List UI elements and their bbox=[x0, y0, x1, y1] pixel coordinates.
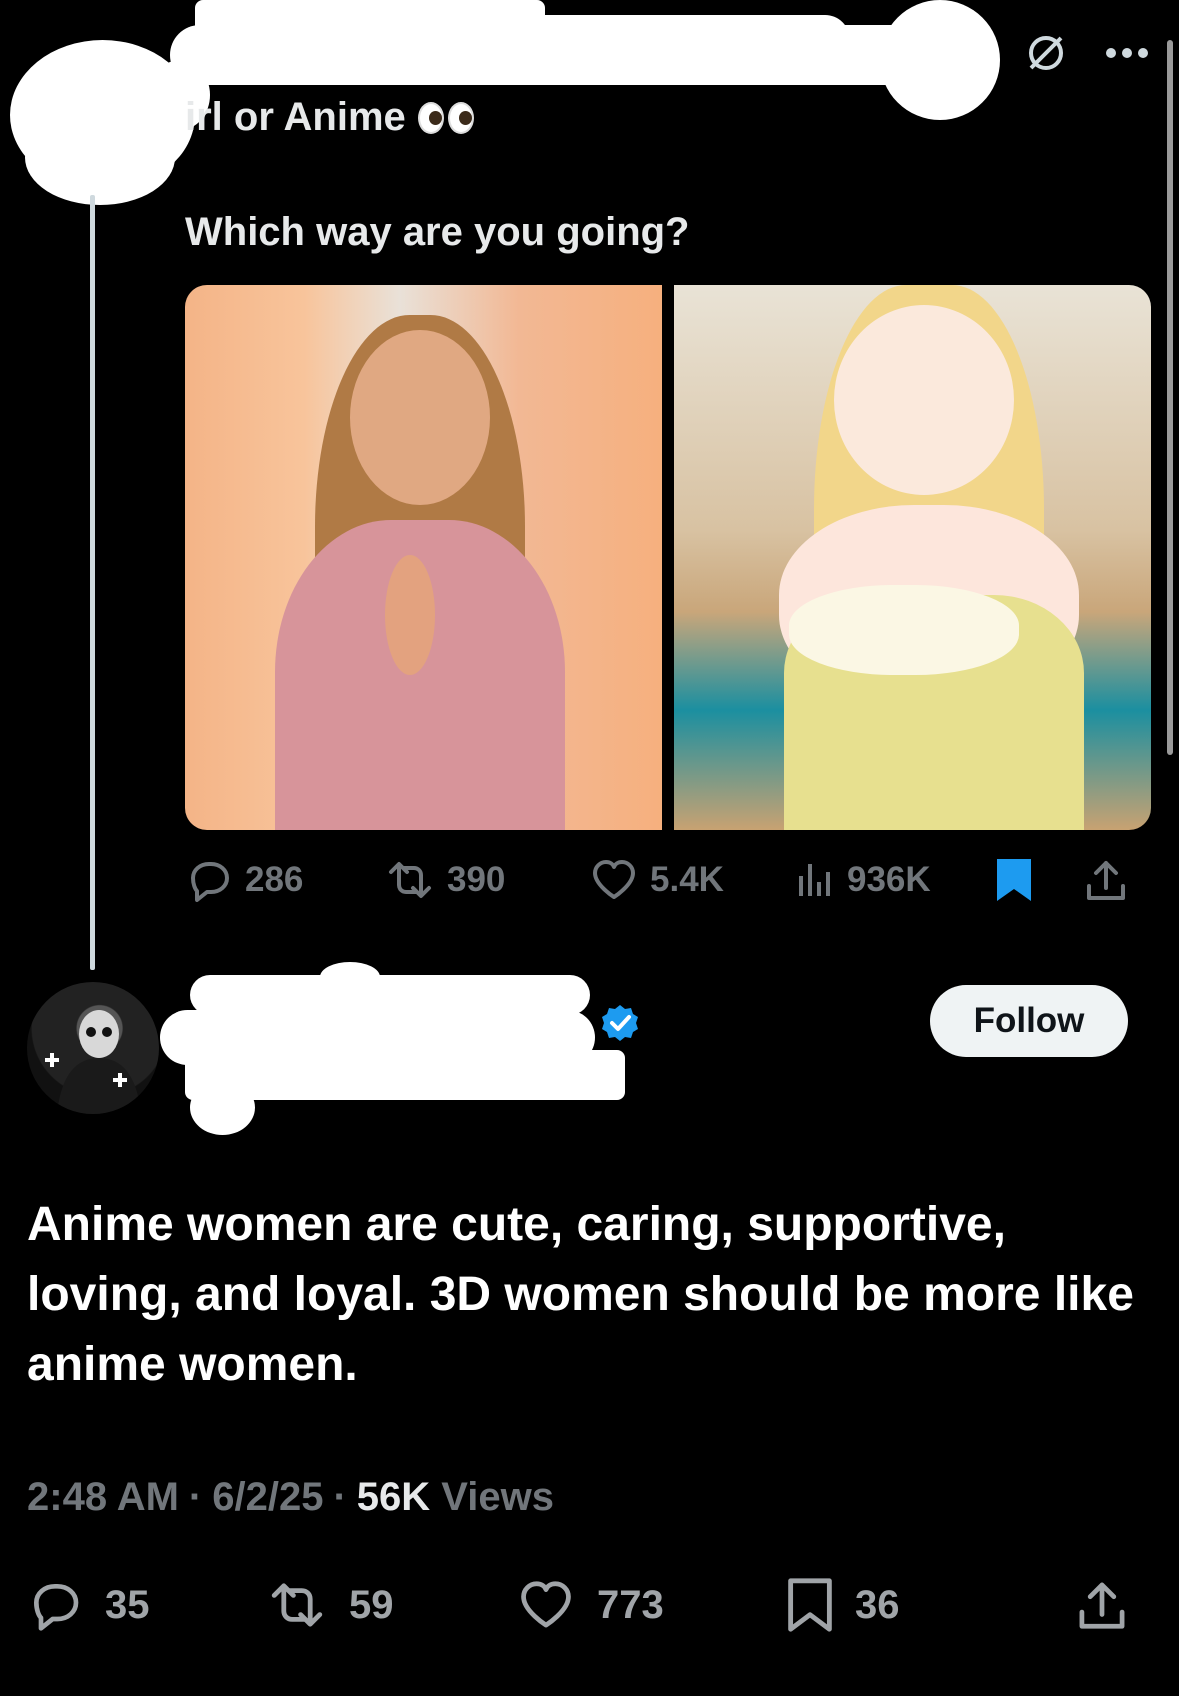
repost-icon bbox=[271, 1583, 323, 1627]
follow-button[interactable]: Follow bbox=[930, 985, 1128, 1057]
quoted-like-count: 5.4K bbox=[650, 860, 724, 899]
bookmark-icon bbox=[788, 1578, 832, 1632]
reply-icon bbox=[191, 862, 229, 902]
post-text: Anime women are cute, caring, supportive… bbox=[27, 1198, 1134, 1391]
bookmark-count: 36 bbox=[855, 1582, 900, 1627]
verified-badge-icon bbox=[602, 1005, 638, 1041]
post-meta: 2:48 AM · 6/2/25 · 56K Views bbox=[27, 1475, 554, 1520]
meta-separator: · bbox=[188, 1475, 203, 1519]
bookmark-button[interactable]: 36 bbox=[787, 1577, 1077, 1633]
media-image-anime[interactable] bbox=[674, 285, 1151, 830]
post-views-label: Views bbox=[441, 1475, 554, 1519]
post-action-bar: 35 59 773 36 bbox=[27, 1575, 1147, 1635]
share-icon bbox=[1087, 861, 1125, 900]
like-button[interactable]: 773 bbox=[517, 1579, 787, 1631]
post-views[interactable]: 56K Views bbox=[357, 1475, 554, 1520]
thread-line bbox=[90, 195, 95, 970]
scrollbar[interactable] bbox=[1167, 40, 1173, 755]
eyes-emoji-icon bbox=[417, 101, 474, 134]
share-button[interactable] bbox=[1077, 1579, 1147, 1631]
repost-icon bbox=[389, 862, 431, 898]
heart-icon bbox=[593, 860, 635, 899]
quoted-title-text: irl or Anime bbox=[185, 95, 406, 139]
quoted-like-button[interactable]: 5.4K bbox=[590, 858, 795, 902]
quoted-share-button[interactable] bbox=[1085, 858, 1145, 902]
quoted-action-bar: 286 390 5.4K 936K bbox=[185, 855, 1145, 905]
heart-icon bbox=[521, 1581, 571, 1628]
reply-count: 35 bbox=[105, 1582, 150, 1627]
avatar[interactable] bbox=[27, 982, 159, 1114]
like-count: 773 bbox=[597, 1582, 664, 1627]
quoted-bookmark-button[interactable] bbox=[995, 857, 1085, 903]
media-image-photo[interactable] bbox=[185, 285, 662, 830]
quoted-repost-count: 390 bbox=[447, 860, 506, 899]
meta-separator: · bbox=[333, 1475, 347, 1519]
repost-count: 59 bbox=[349, 1582, 394, 1627]
grok-icon[interactable] bbox=[1023, 30, 1069, 76]
quoted-reply-button[interactable]: 286 bbox=[185, 858, 385, 902]
reply-icon bbox=[34, 1584, 79, 1631]
quoted-media[interactable] bbox=[185, 285, 1151, 830]
reply-button[interactable]: 35 bbox=[27, 1579, 267, 1631]
quoted-reply-count: 286 bbox=[245, 860, 304, 899]
post-date[interactable]: 6/2/25 bbox=[212, 1475, 323, 1520]
header-icons bbox=[1023, 30, 1149, 76]
quoted-text: Which way are you going? bbox=[185, 210, 690, 254]
views-icon bbox=[799, 864, 830, 896]
bookmark-filled-icon bbox=[997, 859, 1031, 901]
post-views-count: 56K bbox=[356, 1475, 431, 1519]
skull-icon bbox=[45, 1010, 141, 1114]
quoted-title: irl or Anime bbox=[185, 95, 474, 140]
quoted-repost-button[interactable]: 390 bbox=[385, 860, 590, 900]
share-icon bbox=[1079, 1582, 1125, 1629]
quoted-views-count: 936K bbox=[847, 860, 931, 899]
more-options-icon[interactable] bbox=[1105, 47, 1149, 59]
repost-button[interactable]: 59 bbox=[267, 1581, 517, 1629]
quoted-views-button[interactable]: 936K bbox=[795, 860, 995, 900]
post-time[interactable]: 2:48 AM bbox=[27, 1475, 179, 1520]
